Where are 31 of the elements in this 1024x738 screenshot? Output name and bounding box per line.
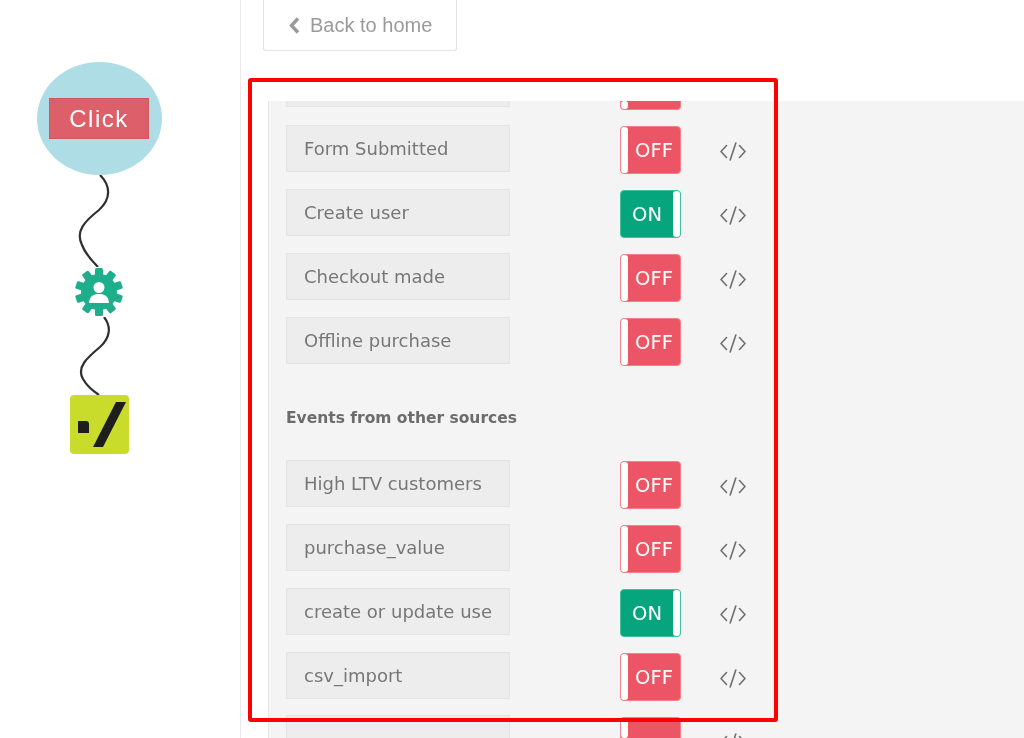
toggle-switch[interactable]: OFF: [620, 254, 681, 302]
chevron-left-icon: [289, 16, 300, 34]
toggle-switch[interactable]: OFF: [620, 126, 681, 174]
event-name: Checkout made: [286, 252, 510, 300]
code-icon[interactable]: [720, 333, 746, 353]
event-name: Offline purchase: [286, 316, 510, 364]
toggle-switch[interactable]: OFF: [620, 653, 681, 701]
code-icon[interactable]: [720, 604, 746, 624]
toggle-switch[interactable]: OFF: [620, 525, 681, 573]
toggle-switch[interactable]: ON: [620, 190, 681, 238]
dot-slash-icon: [69, 395, 129, 454]
toggle-switch[interactable]: OFF: [620, 461, 681, 509]
code-icon[interactable]: [720, 141, 746, 161]
code-icon[interactable]: [720, 205, 746, 225]
code-icon[interactable]: [720, 540, 746, 560]
node-label: Click: [49, 98, 149, 139]
toggle-switch[interactable]: [620, 101, 681, 110]
user-gear-icon: [74, 267, 124, 317]
event-name: create or update use: [286, 587, 510, 635]
section-heading: Events from other sources: [286, 408, 517, 428]
event-name: csv_import: [286, 651, 510, 699]
event-name: Form Submitted: [286, 124, 510, 172]
code-icon[interactable]: [720, 668, 746, 688]
back-button[interactable]: Back to home: [263, 0, 458, 51]
toggle-switch[interactable]: ON: [620, 589, 681, 637]
code-icon[interactable]: [720, 269, 746, 289]
code-icon[interactable]: [720, 476, 746, 496]
toggle-switch[interactable]: OFF: [620, 318, 681, 366]
event-name: High LTV customers: [286, 459, 510, 507]
event-name: purchase_value: [286, 523, 510, 571]
event-name: Create user: [286, 188, 510, 236]
